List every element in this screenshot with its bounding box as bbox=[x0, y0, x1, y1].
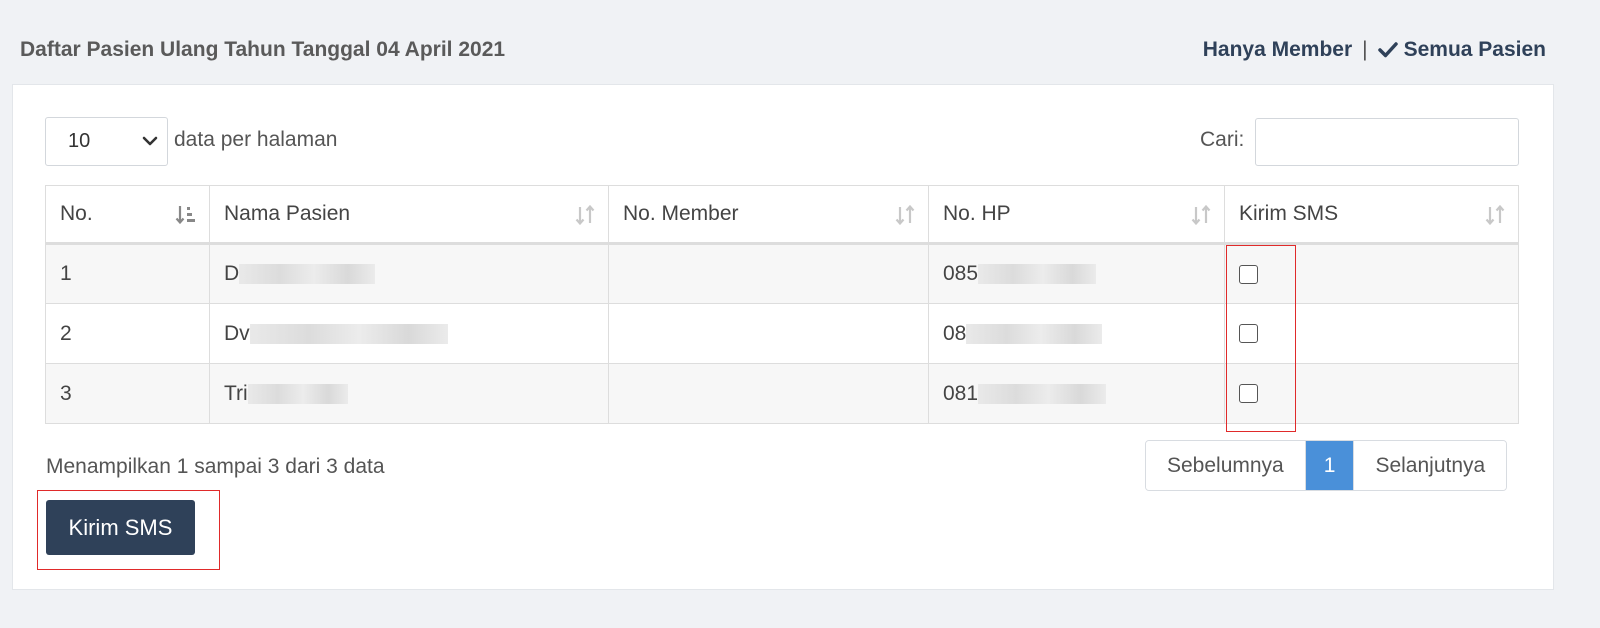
redacted-phone bbox=[978, 264, 1097, 285]
patient-name: Tri bbox=[224, 381, 248, 405]
column-header-no[interactable]: No. bbox=[45, 185, 210, 245]
filter-all-patients-label: Semua Pasien bbox=[1403, 38, 1546, 61]
patient-filter: Hanya Member | Semua Pasien bbox=[1203, 38, 1546, 62]
patient-table: No. Nama Pasien No. Member No. HP Kirim … bbox=[45, 185, 1519, 424]
sort-both-icon bbox=[575, 204, 595, 226]
row-number: 3 bbox=[45, 363, 210, 424]
redacted-name bbox=[247, 383, 348, 404]
send-sms-button[interactable]: Kirim SMS bbox=[46, 500, 195, 555]
redacted-phone bbox=[966, 323, 1103, 344]
patient-name-cell: Tri bbox=[209, 363, 609, 424]
row-number: 1 bbox=[45, 243, 210, 304]
row-number: 2 bbox=[45, 303, 210, 364]
phone-number: 085 bbox=[943, 262, 979, 285]
table-row: 3 Tri 081 bbox=[45, 363, 1519, 424]
search-input[interactable] bbox=[1255, 118, 1519, 166]
chevron-down-icon bbox=[142, 136, 158, 146]
pagination: Sebelumnya 1 Selanjutnya bbox=[1145, 440, 1508, 491]
send-sms-cell bbox=[1224, 363, 1519, 424]
pagination-next[interactable]: Selanjutnya bbox=[1353, 441, 1507, 490]
send-sms-cell bbox=[1224, 303, 1519, 364]
redacted-phone bbox=[978, 383, 1107, 404]
page-length-label: data per halaman bbox=[174, 128, 338, 151]
check-icon bbox=[1377, 42, 1398, 58]
filter-member-only-link[interactable]: Hanya Member bbox=[1203, 38, 1352, 62]
table-header-row: No. Nama Pasien No. Member No. HP Kirim … bbox=[45, 185, 1519, 245]
column-header-label: No. bbox=[60, 202, 93, 225]
page-length-select[interactable]: 10 bbox=[45, 117, 168, 166]
column-header-member[interactable]: No. Member bbox=[608, 185, 929, 245]
column-header-label: Kirim SMS bbox=[1239, 202, 1339, 225]
send-sms-checkbox[interactable] bbox=[1239, 324, 1258, 344]
phone-number: 08 bbox=[943, 321, 967, 345]
patient-name-cell: D bbox=[209, 243, 609, 304]
page-title: Daftar Pasien Ulang Tahun Tanggal 04 Apr… bbox=[20, 38, 506, 61]
member-number bbox=[608, 363, 929, 424]
column-header-name[interactable]: Nama Pasien bbox=[209, 185, 609, 245]
filter-all-patients-link[interactable]: Semua Pasien bbox=[1377, 38, 1546, 62]
send-sms-checkbox[interactable] bbox=[1239, 264, 1258, 284]
pagination-page-1[interactable]: 1 bbox=[1304, 441, 1354, 490]
pagination-previous[interactable]: Sebelumnya bbox=[1146, 441, 1305, 490]
search-label: Cari: bbox=[1200, 128, 1245, 151]
redacted-name bbox=[249, 323, 448, 344]
phone-cell: 08 bbox=[928, 303, 1225, 364]
table-info: Menampilkan 1 sampai 3 dari 3 data bbox=[46, 455, 385, 478]
page-length-value: 10 bbox=[68, 130, 91, 152]
member-number bbox=[608, 243, 929, 304]
patient-name-cell: Dv bbox=[209, 303, 609, 364]
column-header-label: No. HP bbox=[943, 202, 1011, 225]
phone-cell: 085 bbox=[928, 243, 1225, 304]
phone-cell: 081 bbox=[928, 363, 1225, 424]
filter-separator: | bbox=[1362, 38, 1368, 61]
sort-both-icon bbox=[1191, 204, 1211, 226]
send-sms-cell bbox=[1224, 243, 1519, 304]
sort-numeric-asc-icon bbox=[175, 206, 195, 225]
column-header-label: No. Member bbox=[623, 202, 739, 225]
column-header-phone[interactable]: No. HP bbox=[928, 185, 1225, 245]
send-sms-checkbox[interactable] bbox=[1239, 384, 1258, 404]
table-row: 2 Dv 08 bbox=[45, 303, 1519, 364]
column-header-send-sms[interactable]: Kirim SMS bbox=[1224, 185, 1519, 245]
column-header-label: Nama Pasien bbox=[224, 202, 351, 225]
table-row: 1 D 085 bbox=[45, 243, 1519, 304]
sort-both-icon bbox=[895, 204, 915, 226]
patient-name: D bbox=[224, 262, 240, 285]
member-number bbox=[608, 303, 929, 364]
patient-name: Dv bbox=[224, 321, 250, 345]
redacted-name bbox=[239, 264, 376, 285]
sort-both-icon bbox=[1485, 204, 1505, 226]
phone-number: 081 bbox=[943, 381, 979, 405]
